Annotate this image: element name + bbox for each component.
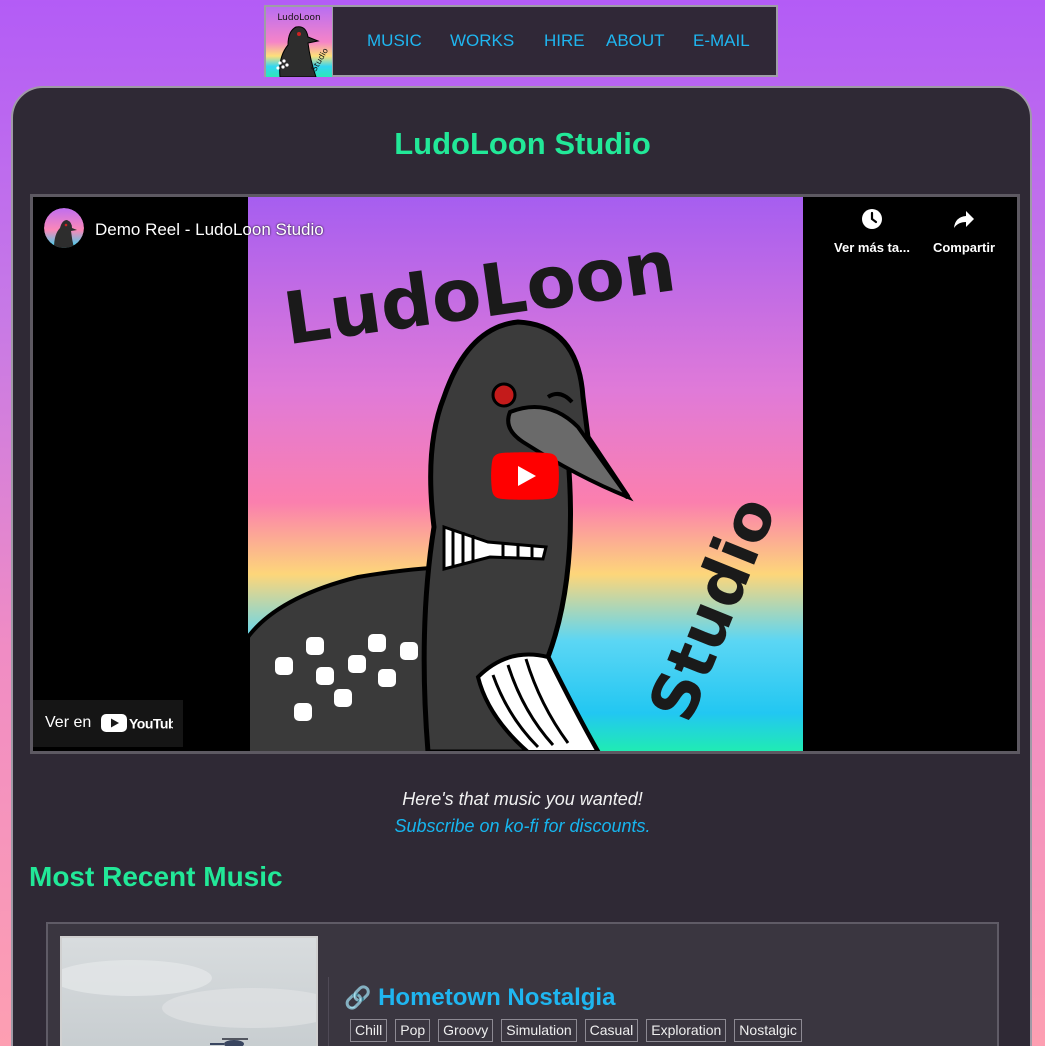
- watch-later-label: Ver más ta...: [834, 240, 910, 255]
- music-entry: 🔗 Hometown Nostalgia Chill Pop Groovy Si…: [46, 922, 999, 1046]
- video-player[interactable]: LudoLoon Studio Demo Reel - LudoLoon Stu…: [30, 194, 1020, 754]
- section-heading-recent-music: Most Recent Music: [29, 861, 283, 892]
- logo-text-top: LudoLoon: [277, 13, 320, 23]
- tag-casual[interactable]: Casual: [584, 1019, 639, 1042]
- track-title-link[interactable]: 🔗 Hometown Nostalgia: [344, 984, 615, 1012]
- track-title: Hometown Nostalgia: [378, 984, 616, 1011]
- tag-simulation[interactable]: Simulation: [501, 1019, 577, 1042]
- share-label: Compartir: [932, 240, 996, 255]
- nav-hire[interactable]: HIRE: [544, 31, 585, 51]
- channel-avatar[interactable]: [44, 208, 84, 248]
- tag-exploration[interactable]: Exploration: [646, 1019, 727, 1042]
- watch-on-youtube-button[interactable]: Ver en YouTube: [33, 700, 183, 747]
- tag-pop[interactable]: Pop: [395, 1019, 431, 1042]
- nav-email[interactable]: E-MAIL: [693, 31, 750, 51]
- tag-groovy[interactable]: Groovy: [438, 1019, 494, 1042]
- link-icon: 🔗: [344, 985, 372, 1010]
- youtube-logo-icon: YouTube: [101, 714, 173, 732]
- tag-chill[interactable]: Chill: [350, 1019, 388, 1042]
- play-icon: [491, 452, 559, 500]
- nav-music[interactable]: MUSIC: [367, 31, 422, 51]
- youtube-wordmark: YouTube: [129, 716, 173, 732]
- share-button[interactable]: Compartir: [919, 207, 1009, 255]
- tag-nostalgic[interactable]: Nostalgic: [734, 1019, 802, 1042]
- video-title[interactable]: Demo Reel - LudoLoon Studio: [95, 220, 324, 240]
- track-tags: Chill Pop Groovy Simulation Casual Explo…: [350, 1019, 802, 1042]
- studio-logo[interactable]: LudoLoon Studio: [266, 7, 333, 77]
- share-icon: [954, 211, 974, 228]
- tagline-text: Here's that music you wanted!: [402, 789, 643, 809]
- watch-on-label: Ver en: [45, 714, 92, 731]
- track-cover-image[interactable]: [60, 936, 318, 1046]
- page-title: LudoLoon Studio: [394, 126, 651, 161]
- play-button[interactable]: [491, 452, 559, 505]
- nav-about[interactable]: ABOUT: [606, 31, 665, 51]
- entry-divider: [328, 977, 329, 1046]
- nav-works[interactable]: WORKS: [450, 31, 514, 51]
- watch-later-button[interactable]: Ver más ta...: [827, 207, 917, 255]
- clock-icon: [862, 209, 882, 229]
- kofi-link[interactable]: Subscribe on ko-fi for discounts.: [0, 816, 1045, 837]
- top-nav: LudoLoon Studio MUSIC WORKS HIRE ABOUT E…: [264, 5, 778, 77]
